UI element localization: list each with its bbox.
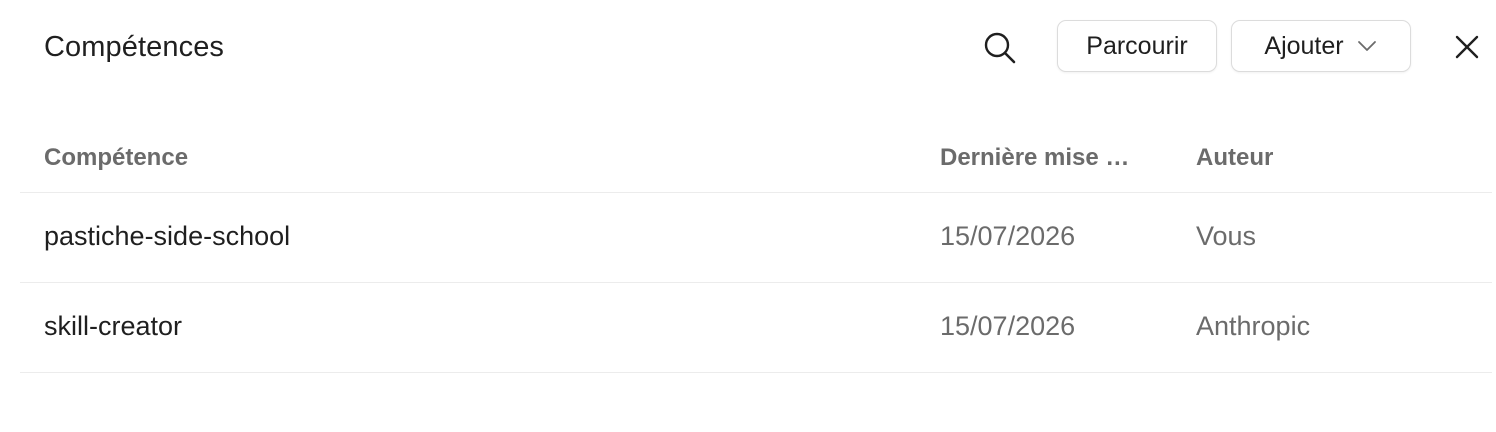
- table-row[interactable]: skill-creator 15/07/2026 Anthropic: [20, 283, 1492, 373]
- author: Anthropic: [1196, 311, 1311, 341]
- page-title: Compétences: [44, 31, 225, 63]
- column-header-skill[interactable]: Compétence: [44, 144, 544, 172]
- table-row[interactable]: pastiche-side-school 15/07/2026 Vous: [20, 193, 1492, 283]
- search-button[interactable]: [974, 22, 1026, 74]
- add-button[interactable]: Ajouter: [1231, 20, 1411, 72]
- chevron-down-icon: [1356, 35, 1378, 57]
- skills-table: Compétence Dernière mise … Auteur pastic…: [20, 124, 1492, 373]
- add-button-label: Ajouter: [1264, 31, 1344, 60]
- column-header-author[interactable]: Auteur: [1196, 144, 1396, 172]
- last-updated: 15/07/2026: [940, 311, 1076, 341]
- skill-name: pastiche-side-school: [44, 221, 291, 251]
- browse-button[interactable]: Parcourir: [1057, 20, 1217, 72]
- close-icon: [1455, 35, 1479, 59]
- skill-name: skill-creator: [44, 311, 183, 341]
- close-button[interactable]: [1446, 26, 1488, 68]
- search-icon: [984, 32, 1016, 64]
- last-updated: 15/07/2026: [940, 221, 1076, 251]
- skills-header: Compétences Parcourir Ajouter: [0, 0, 1496, 96]
- table-header: Compétence Dernière mise … Auteur: [20, 124, 1492, 193]
- column-header-last-updated[interactable]: Dernière mise …: [940, 144, 1148, 172]
- author: Vous: [1196, 221, 1257, 251]
- browse-button-label: Parcourir: [1086, 31, 1188, 60]
